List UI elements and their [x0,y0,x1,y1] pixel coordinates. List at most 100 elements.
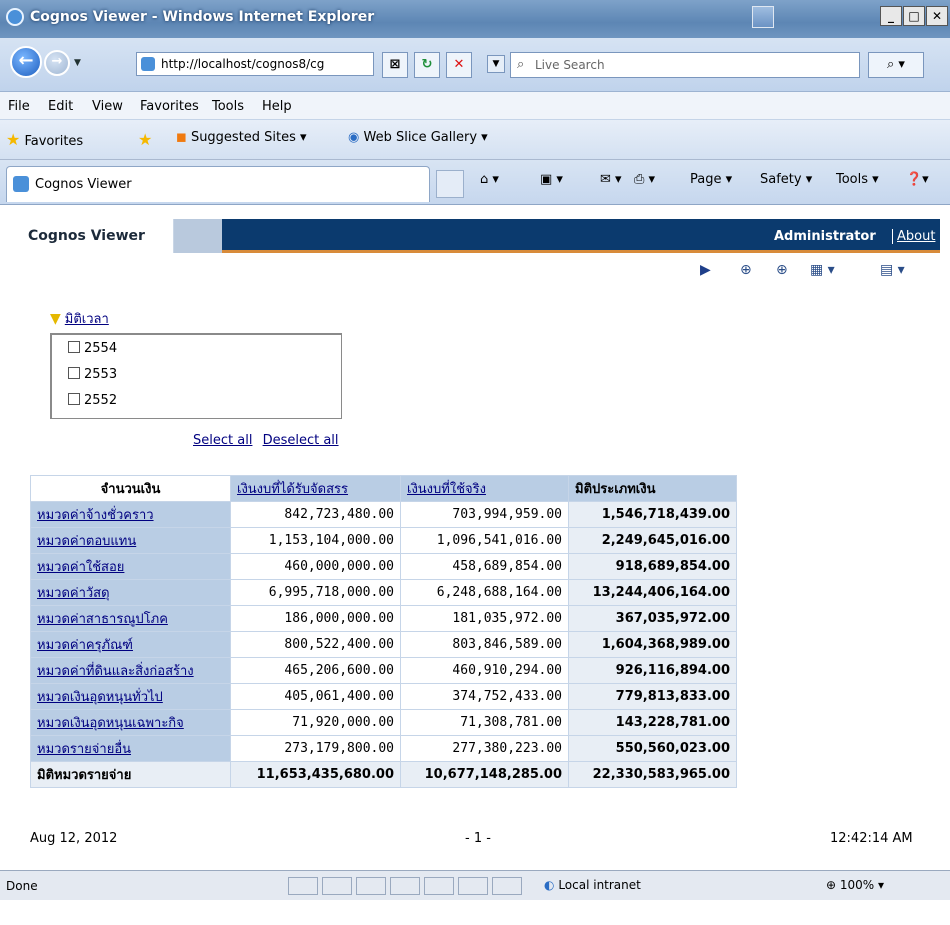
page-menu[interactable]: Page ▾ [690,172,732,187]
search-button[interactable]: ⌕ ▾ [868,52,924,78]
home-icon[interactable]: ⌂ ▾ [480,172,499,187]
checkbox-2553[interactable]: 2553 [68,367,117,382]
table-row: หมวดเงินอุดหนุนทั่วไป 405,061,400.00 374,7… [30,683,737,710]
row-header[interactable]: หมวดค่าวัสดุ [30,579,231,606]
time-dimension-link[interactable]: มิติเวลา [65,312,109,327]
row-header[interactable]: หมวดรายจ่ายอื่น [30,735,231,762]
table-cell: 71,308,781.00 [400,709,569,736]
feeds-icon[interactable]: ▣ ▾ [540,172,563,187]
tile-windows-icon[interactable] [752,6,774,28]
table-cell: 6,248,688,164.00 [400,579,569,606]
safety-menu[interactable]: Safety ▾ [760,172,812,187]
table-cell: 842,723,480.00 [230,501,401,528]
new-tab-button[interactable] [436,170,464,198]
maximize-button[interactable]: □ [903,6,925,26]
row-header[interactable]: หมวดค่าที่ดินและสิ่งก่อสร้าง [30,657,231,684]
page-icon [141,57,155,71]
menu-view[interactable]: View [92,99,123,114]
table-cell: 460,910,294.00 [400,657,569,684]
menu-edit[interactable]: Edit [48,99,73,114]
menu-file[interactable]: File [8,99,30,114]
row-header[interactable]: หมวดเงินอุดหนุนทั่วไป [30,683,231,710]
table-row: หมวดเงินอุดหนุนเฉพาะกิจ 71,920,000.00 71,3… [30,709,737,736]
menu-tools[interactable]: Tools [212,99,244,114]
stop-icon[interactable]: ✕ [446,52,472,78]
total-cell: 11,653,435,680.00 [230,761,401,788]
select-all-link[interactable]: Select all [193,433,252,448]
corner-cell: จำนวนเงิน [30,475,231,502]
row-header[interactable]: หมวดค่าสาธารณูปโภค [30,605,231,632]
minimize-button[interactable]: _ [880,6,902,26]
menu-favorites[interactable]: Favorites [140,99,199,114]
table-cell: 465,206,600.00 [230,657,401,684]
drill-up-icon[interactable]: ⊕ [776,262,788,278]
table-cell: 1,604,368,989.00 [568,631,737,658]
table-row: หมวดค่าวัสดุ 6,995,718,000.00 6,248,688,16… [30,579,737,606]
format-icon[interactable]: ▦ ▾ [810,262,835,278]
forward-button[interactable]: → [44,50,70,76]
menu-bar: File Edit View Favorites Tools Help [0,92,950,120]
help-icon[interactable]: ❓▾ [906,172,929,187]
row-header[interactable]: หมวดค่าครุภัณฑ์ [30,631,231,658]
table-cell: 6,995,718,000.00 [230,579,401,606]
compatibility-view-icon[interactable]: ⊠ [382,52,408,78]
footer-page-number: - 1 - [465,831,491,846]
table-cell: 550,560,023.00 [568,735,737,762]
table-cell: 186,000,000.00 [230,605,401,632]
suggested-sites-link[interactable]: ◼ Suggested Sites ▾ [176,130,307,145]
browser-window: Cognos Viewer - Windows Internet Explore… [0,0,950,925]
total-row: มิติหมวดรายจ่าย 11,653,435,680.00 10,677,1… [30,761,737,788]
row-header[interactable]: หมวดค่าตอบแทน [30,527,231,554]
deselect-all-link[interactable]: Deselect all [263,433,339,448]
checkbox-2552[interactable]: 2552 [68,393,117,408]
run-report-icon[interactable]: ▶ [700,262,711,278]
mail-icon[interactable]: ✉ ▾ [600,172,622,187]
checkbox-2554[interactable]: 2554 [68,341,117,356]
row-header[interactable]: หมวดค่าจ้างชั่วคราว [30,501,231,528]
ie-page-icon [13,176,29,192]
address-dropdown-icon[interactable]: ▼ [487,55,505,73]
table-cell: 277,380,223.00 [400,735,569,762]
add-favorite-icon[interactable]: ★ [138,130,152,149]
address-url[interactable]: http://localhost/cognos8/cg [161,57,369,71]
recent-pages-dropdown-icon[interactable]: ▼ [74,58,81,68]
address-bar[interactable]: http://localhost/cognos8/cg ▼ [136,52,505,76]
table-cell: 779,813,833.00 [568,683,737,710]
window-title: Cognos Viewer - Windows Internet Explore… [30,9,375,25]
search-input[interactable]: ⌕ Live Search [510,52,860,78]
status-text: Done [6,879,38,893]
drill-down-icon[interactable]: ⊕ [740,262,752,278]
title-bar: Cognos Viewer - Windows Internet Explore… [0,0,950,38]
zoom-level[interactable]: ⊕ 100% ▾ [826,878,884,892]
total-cell: 10,677,148,285.00 [400,761,569,788]
table-cell: 458,689,854.00 [400,553,569,580]
refresh-icon[interactable]: ↻ [414,52,440,78]
menu-help[interactable]: Help [262,99,292,114]
favorites-button[interactable]: ★ Favorites [6,130,83,149]
web-slice-gallery-link[interactable]: ◉ Web Slice Gallery ▾ [348,130,488,145]
table-cell: 273,179,800.00 [230,735,401,762]
column-header-actual[interactable]: เงินงบที่ใช้จริง [400,475,569,502]
table-cell: 918,689,854.00 [568,553,737,580]
print-icon[interactable]: ⎙ ▾ [634,172,655,187]
column-header-money-type: มิติประเภทเงิน [568,475,737,502]
ie-logo-icon [6,8,24,26]
close-button[interactable]: ✕ [926,6,948,26]
about-link[interactable]: About [892,229,935,244]
save-view-icon[interactable]: ▤ ▾ [880,262,905,278]
table-cell: 803,846,589.00 [400,631,569,658]
crosstab-header-row: จำนวนเงิน เงินงบที่ได้รับจัดสรร เงินงบที… [30,475,737,502]
table-row: หมวดค่าที่ดินและสิ่งก่อสร้าง 465,206,600.… [30,657,737,684]
table-row: หมวดค่าจ้างชั่วคราว 842,723,480.00 703,994… [30,501,737,528]
table-cell: 13,244,406,164.00 [568,579,737,606]
table-cell: 2,249,645,016.00 [568,527,737,554]
table-cell: 460,000,000.00 [230,553,401,580]
tools-menu[interactable]: Tools ▾ [836,172,879,187]
row-header[interactable]: หมวดเงินอุดหนุนเฉพาะกิจ [30,709,231,736]
column-header-allocated[interactable]: เงินงบที่ได้รับจัดสรร [230,475,401,502]
total-cell: 22,330,583,965.00 [568,761,737,788]
table-cell: 374,752,433.00 [400,683,569,710]
back-button[interactable]: ← [10,46,42,78]
tab-cognos-viewer[interactable]: Cognos Viewer [6,166,430,202]
row-header[interactable]: หมวดค่าใช้สอย [30,553,231,580]
